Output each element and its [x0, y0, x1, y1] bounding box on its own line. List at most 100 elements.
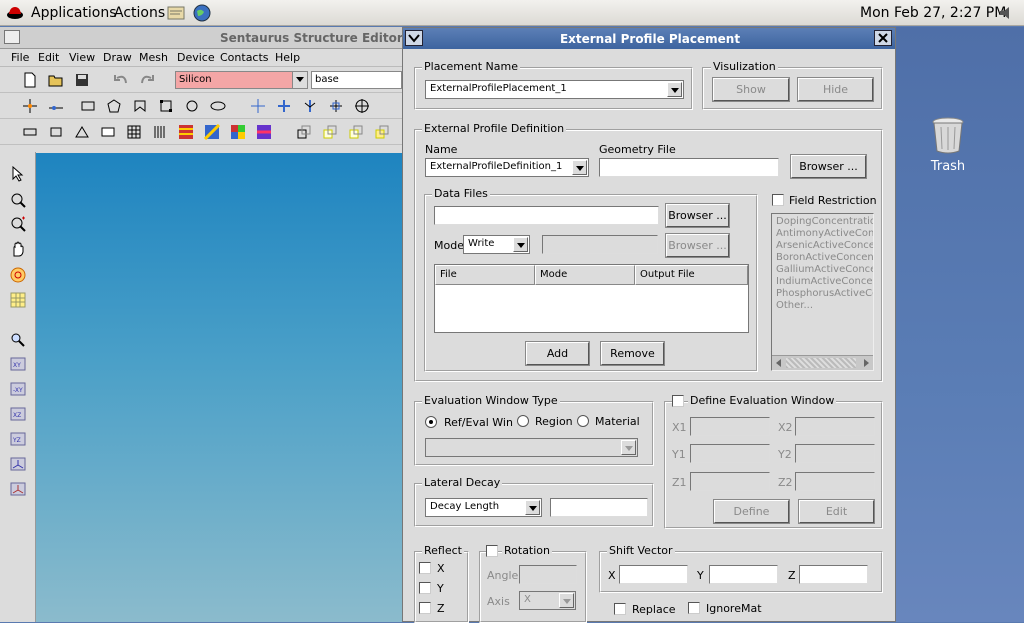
scroll-left-icon[interactable] [774, 358, 784, 368]
view-iso-icon[interactable] [10, 456, 26, 472]
duplicate-box-icon[interactable] [348, 124, 364, 140]
ignoremat-checkbox[interactable] [688, 602, 700, 614]
reflect-z-checkbox[interactable] [419, 602, 431, 614]
editor-titlebar[interactable]: Sentaurus Structure Editor@ [0, 27, 415, 49]
horizontal-scrollbar[interactable] [772, 355, 873, 370]
redhat-icon[interactable] [6, 4, 24, 22]
external-profile-icon[interactable] [256, 124, 272, 140]
refinement-box-icon[interactable] [48, 124, 64, 140]
move-region-icon[interactable] [276, 98, 292, 114]
column-header-mode[interactable]: Mode [535, 265, 635, 285]
align-icon[interactable] [328, 98, 344, 114]
view-neg-xy-icon[interactable]: -XY [10, 381, 26, 397]
shift-z-input[interactable] [799, 565, 868, 584]
move-vertex-icon[interactable] [22, 98, 38, 114]
constant-profile-icon[interactable] [178, 124, 194, 140]
y2-input[interactable] [795, 444, 875, 463]
rectangle-vertex-icon[interactable] [158, 98, 174, 114]
list-item[interactable]: BoronActiveConcent [776, 252, 873, 263]
web-browser-icon[interactable] [192, 3, 212, 23]
column-header-file[interactable]: File [435, 265, 535, 285]
view-xy-icon[interactable]: XY [10, 356, 26, 372]
radio-region[interactable] [517, 415, 529, 427]
rotation-checkbox[interactable] [486, 545, 498, 557]
paste-box-icon[interactable] [374, 124, 390, 140]
region-name-input[interactable]: base [311, 71, 402, 89]
show-button[interactable]: Show [712, 77, 790, 102]
circle-icon[interactable] [184, 98, 200, 114]
output-browse-button[interactable]: Browser ... [665, 233, 730, 258]
pan-hand-icon[interactable] [10, 241, 26, 257]
polygon-icon[interactable] [106, 98, 122, 114]
clock[interactable]: Mon Feb 27, 2:27 PM [860, 5, 1006, 21]
cut-edge-icon[interactable] [48, 98, 64, 114]
radio-material[interactable] [577, 415, 589, 427]
select-box-icon[interactable] [296, 124, 312, 140]
lines-icon[interactable] [152, 124, 168, 140]
list-item[interactable]: ArsenicActiveConcen [776, 240, 873, 251]
menu-draw[interactable]: Draw [103, 51, 132, 64]
definition-name-select[interactable]: ExternalProfileDefinition_1 [425, 158, 589, 177]
decay-mode-select[interactable]: Decay Length [425, 498, 542, 517]
menu-mesh[interactable]: Mesh [139, 51, 168, 64]
menu-help[interactable]: Help [275, 51, 300, 64]
actions-menu[interactable]: Actions [114, 5, 165, 21]
view-yz-icon[interactable]: YZ [10, 431, 26, 447]
placement-name-select[interactable]: ExternalProfilePlacement_1 [425, 80, 684, 99]
list-item[interactable]: GalliumActiveConcen [776, 264, 873, 275]
list-item[interactable]: IndiumActiveConcent [776, 276, 873, 287]
contact-icon[interactable] [22, 124, 38, 140]
redo-icon[interactable] [139, 72, 155, 88]
split-icon[interactable] [302, 98, 318, 114]
z1-input[interactable] [690, 472, 770, 491]
shift-x-input[interactable] [619, 565, 688, 584]
list-item[interactable]: Other... [776, 300, 813, 311]
menu-file[interactable]: File [11, 51, 29, 64]
window-menu-icon[interactable] [4, 30, 20, 44]
menu-device[interactable]: Device [177, 51, 215, 64]
define-evaluation-window-checkbox[interactable] [672, 395, 684, 407]
grid-icon[interactable] [126, 124, 142, 140]
save-icon[interactable] [74, 72, 90, 88]
reflect-x-checkbox[interactable] [419, 562, 431, 574]
radio-ref-eval-win[interactable] [425, 416, 437, 428]
data-files-table[interactable]: File Mode Output File [434, 264, 749, 333]
menu-edit[interactable]: Edit [38, 51, 59, 64]
list-item[interactable]: DopingConcentration [776, 216, 873, 227]
edit-button[interactable]: Edit [798, 499, 875, 524]
hide-button[interactable]: Hide [797, 77, 874, 102]
define-button[interactable]: Define [713, 499, 790, 524]
zoom-in-icon[interactable] [10, 216, 26, 232]
fillet-icon[interactable] [250, 98, 266, 114]
colored-grid-icon[interactable] [230, 124, 246, 140]
view-axis-icon[interactable] [10, 481, 26, 497]
x1-input[interactable] [690, 417, 770, 436]
add-button[interactable]: Add [525, 341, 590, 366]
remove-button[interactable]: Remove [600, 341, 665, 366]
applications-menu[interactable]: Applications [31, 5, 117, 21]
open-folder-icon[interactable] [48, 72, 64, 88]
analytical-profile-icon[interactable] [204, 124, 220, 140]
notes-launcher-icon[interactable] [166, 3, 188, 23]
close-button[interactable] [874, 30, 892, 46]
rotate-icon[interactable] [10, 267, 26, 283]
decay-length-input[interactable] [550, 498, 648, 517]
target-icon[interactable] [354, 98, 370, 114]
geometry-file-input[interactable] [599, 158, 779, 177]
reflect-y-checkbox[interactable] [419, 582, 431, 594]
drawing-canvas[interactable] [36, 153, 402, 622]
view-xz-icon[interactable]: XZ [10, 406, 26, 422]
list-item[interactable]: AntimonyActiveConc [776, 228, 873, 239]
new-file-icon[interactable] [22, 72, 38, 88]
column-header-output-file[interactable]: Output File [635, 265, 748, 285]
undo-icon[interactable] [113, 72, 129, 88]
evaluation-window-select[interactable] [425, 438, 638, 457]
select-pointer-icon[interactable] [10, 166, 26, 182]
geometry-browse-button[interactable]: Browser ... [790, 154, 867, 179]
material-select[interactable]: Silicon [175, 71, 308, 89]
dialog-titlebar[interactable]: External Profile Placement [403, 28, 895, 49]
list-item[interactable]: PhosphorusActiveCo [776, 288, 873, 299]
scroll-right-icon[interactable] [861, 358, 871, 368]
zoom-box-icon[interactable] [10, 192, 26, 208]
ellipse-icon[interactable] [210, 98, 226, 114]
